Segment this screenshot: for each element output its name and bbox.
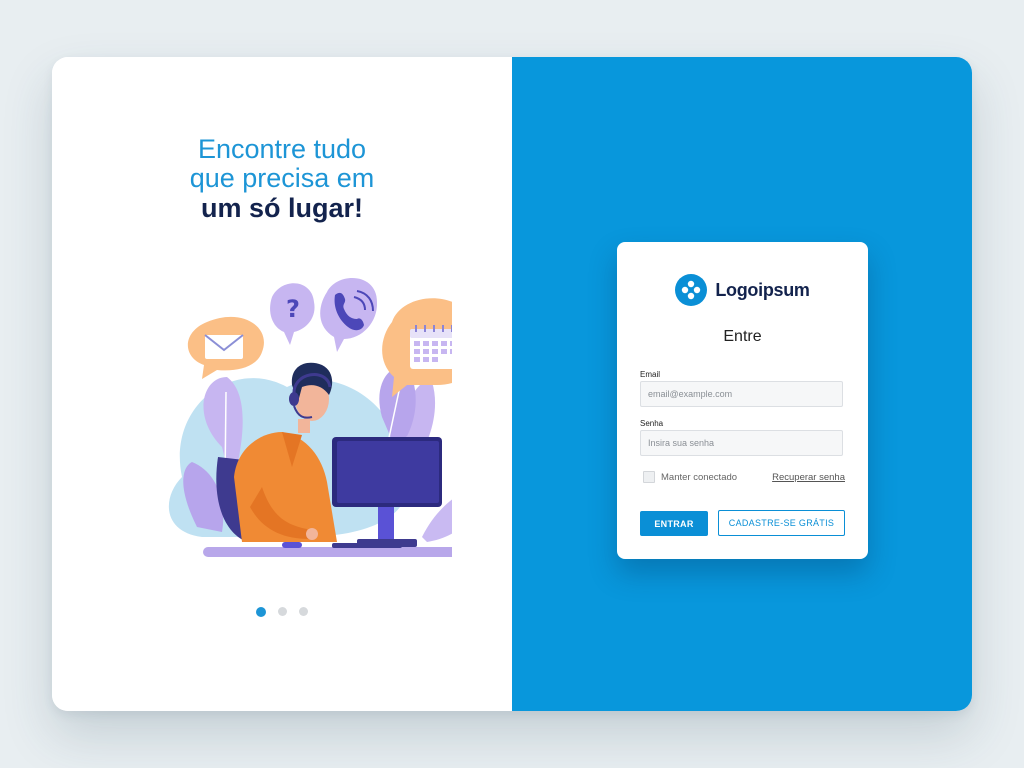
hero-line-2: que precisa em <box>189 163 375 193</box>
login-panel: Logoipsum Entre Email Senha Manter conec… <box>512 57 972 711</box>
brand: Logoipsum <box>617 274 868 306</box>
question-icon: ? <box>270 283 315 345</box>
password-label: Senha <box>640 419 664 428</box>
carousel-dot-1[interactable] <box>256 606 266 617</box>
recover-password-link[interactable]: Recuperar senha <box>772 472 845 483</box>
logo-icon <box>675 274 708 306</box>
support-illustration: ? <box>168 278 452 557</box>
remember-label: Manter conectado <box>661 471 738 483</box>
password-field[interactable] <box>640 430 843 456</box>
envelope-icon <box>187 316 264 379</box>
hero-headline: Encontre tudo que precisa em um só lugar… <box>52 134 512 224</box>
signup-button[interactable]: CADASTRE-SE GRÁTIS <box>718 510 845 536</box>
remember-me[interactable]: Manter conectado <box>643 471 737 483</box>
carousel-dot-2[interactable] <box>278 607 287 616</box>
hero-line-3: um só lugar! <box>200 193 363 223</box>
carousel-dot-3[interactable] <box>299 607 308 616</box>
brand-name: Logoipsum <box>715 279 810 300</box>
remember-checkbox[interactable] <box>643 471 655 483</box>
desk <box>203 547 452 557</box>
login-title: Entre <box>723 328 762 345</box>
carousel-dots <box>52 606 512 617</box>
phone-icon <box>320 278 378 352</box>
svg-text:?: ? <box>286 295 300 323</box>
login-window: Encontre tudo que precisa em um só lugar… <box>52 57 972 711</box>
hero-line-1: Encontre tudo <box>197 134 367 164</box>
login-card: Logoipsum Entre Email Senha Manter conec… <box>617 242 868 559</box>
email-label: Email <box>640 370 661 379</box>
email-field[interactable] <box>640 381 843 407</box>
hero-panel: Encontre tudo que precisa em um só lugar… <box>52 57 512 711</box>
login-button[interactable]: ENTRAR <box>640 511 708 536</box>
